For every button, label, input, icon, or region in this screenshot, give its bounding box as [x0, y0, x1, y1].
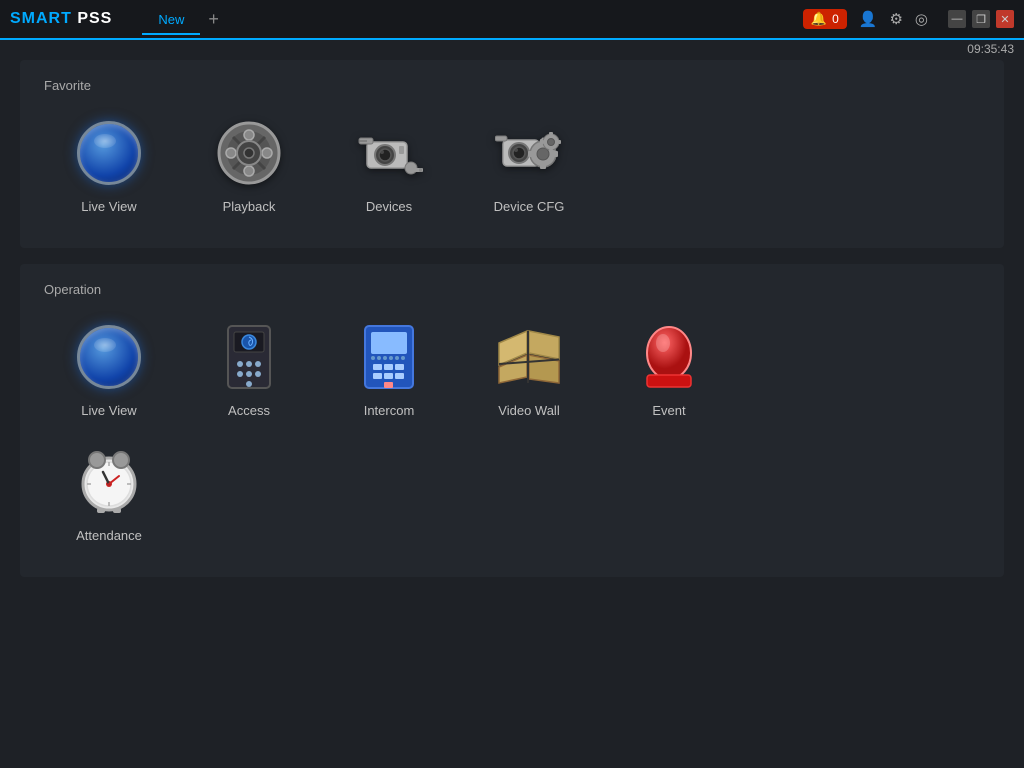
favorite-device-cfg[interactable]: Device CFG — [464, 109, 594, 224]
operation-grid-row2: Attendance — [44, 438, 980, 553]
titlebar-right: 🔔 0 👤 ⚙ ◎ — ❐ ✕ — [803, 9, 1014, 29]
alarm-count: 0 — [832, 12, 839, 26]
live-view-op-icon — [75, 323, 143, 391]
videowall-op-icon — [495, 323, 563, 391]
operation-access[interactable]: Access — [184, 313, 314, 428]
alarm-badge[interactable]: 🔔 0 — [803, 9, 847, 29]
app-name-pss: PSS — [72, 10, 112, 27]
bell-icon: 🔔 — [811, 11, 827, 27]
attendance-op-icon — [75, 448, 143, 516]
live-view-fav-label: Live View — [81, 199, 136, 214]
main-content: Favorite Live View — [0, 40, 1024, 768]
operation-grid: Live View — [44, 313, 980, 428]
operation-live-view[interactable]: Live View — [44, 313, 174, 428]
app-logo: SMART PSS — [10, 10, 112, 28]
activity-icon[interactable]: ◎ — [915, 10, 928, 28]
app-name-smart: SMART — [10, 10, 72, 27]
videowall-op-label: Video Wall — [498, 403, 559, 418]
live-view-fav-icon — [75, 119, 143, 187]
close-button[interactable]: ✕ — [996, 10, 1014, 28]
titlebar: SMART PSS New + 🔔 0 👤 ⚙ ◎ — ❐ ✕ — [0, 0, 1024, 40]
devices-fav-icon — [355, 119, 423, 187]
window-controls: — ❐ ✕ — [948, 10, 1014, 28]
clock-display: 09:35:43 — [967, 42, 1014, 56]
access-op-icon — [215, 323, 283, 391]
access-op-label: Access — [228, 403, 270, 418]
device-cfg-fav-icon — [495, 119, 563, 187]
favorite-playback[interactable]: Playback — [184, 109, 314, 224]
intercom-op-label: Intercom — [364, 403, 415, 418]
favorite-section: Favorite Live View — [20, 60, 1004, 248]
playback-fav-label: Playback — [223, 199, 276, 214]
tab-add-button[interactable]: + — [208, 9, 219, 30]
live-view-op-label: Live View — [81, 403, 136, 418]
operation-title: Operation — [44, 282, 980, 297]
event-op-icon — [635, 323, 703, 391]
operation-section: Operation Live View — [20, 264, 1004, 577]
intercom-op-icon — [355, 323, 423, 391]
attendance-op-label: Attendance — [76, 528, 142, 543]
restore-button[interactable]: ❐ — [972, 10, 990, 28]
minimize-button[interactable]: — — [948, 10, 966, 28]
favorite-title: Favorite — [44, 78, 980, 93]
user-icon[interactable]: 👤 — [859, 10, 878, 28]
devices-fav-label: Devices — [366, 199, 412, 214]
operation-event[interactable]: Event — [604, 313, 734, 428]
operation-intercom[interactable]: Intercom — [324, 313, 454, 428]
settings-icon[interactable]: ⚙ — [889, 10, 902, 28]
favorite-devices[interactable]: Devices — [324, 109, 454, 224]
favorite-grid: Live View — [44, 109, 980, 224]
operation-attendance[interactable]: Attendance — [44, 438, 174, 553]
favorite-live-view[interactable]: Live View — [44, 109, 174, 224]
tab-new[interactable]: New — [142, 6, 200, 35]
operation-videowall[interactable]: Video Wall — [464, 313, 594, 428]
playback-fav-icon — [215, 119, 283, 187]
event-op-label: Event — [652, 403, 685, 418]
device-cfg-fav-label: Device CFG — [494, 199, 565, 214]
